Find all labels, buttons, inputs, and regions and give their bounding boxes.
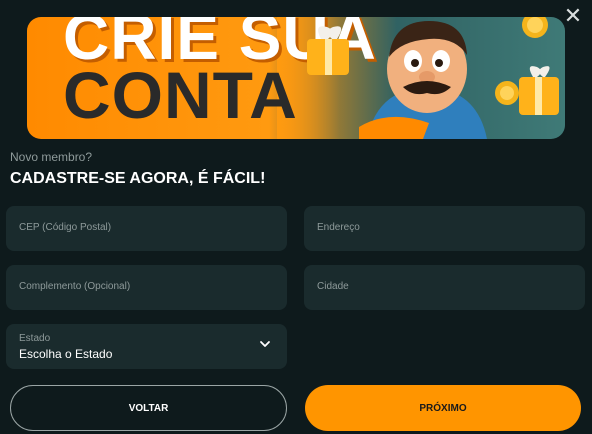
new-member-label: Novo membro? [10,150,93,164]
complemento-placeholder: Complemento (Opcional) [19,281,131,292]
signup-headline: CADASTRE-SE AGORA, É FÁCIL! [10,170,266,187]
next-button[interactable]: PRÓXIMO [305,385,581,431]
gift-box-left [307,26,349,75]
estado-value: Escolha o Estado [19,347,113,361]
mascot-illustration [307,17,559,139]
mascot-body [359,21,487,139]
complemento-field[interactable]: Complemento (Opcional) [6,265,287,310]
cidade-placeholder: Cidade [317,281,349,292]
back-button[interactable]: VOLTAR [10,385,287,431]
endereco-placeholder: Endereço [317,222,360,233]
promo-banner: CRIE SUA CONTA [27,17,565,139]
cep-field[interactable]: CEP (Código Postal) [6,206,287,251]
close-icon[interactable]: ✕ [562,5,584,27]
estado-label: Estado [19,333,51,344]
chevron-down-icon [260,341,270,347]
estado-select[interactable]: Estado Escolha o Estado [6,324,287,369]
cidade-field[interactable]: Cidade [304,265,585,310]
cep-placeholder: CEP (Código Postal) [19,222,112,233]
endereco-field[interactable]: Endereço [304,206,585,251]
banner-title-line2: CONTA [63,58,298,132]
gift-box-right [519,66,559,115]
